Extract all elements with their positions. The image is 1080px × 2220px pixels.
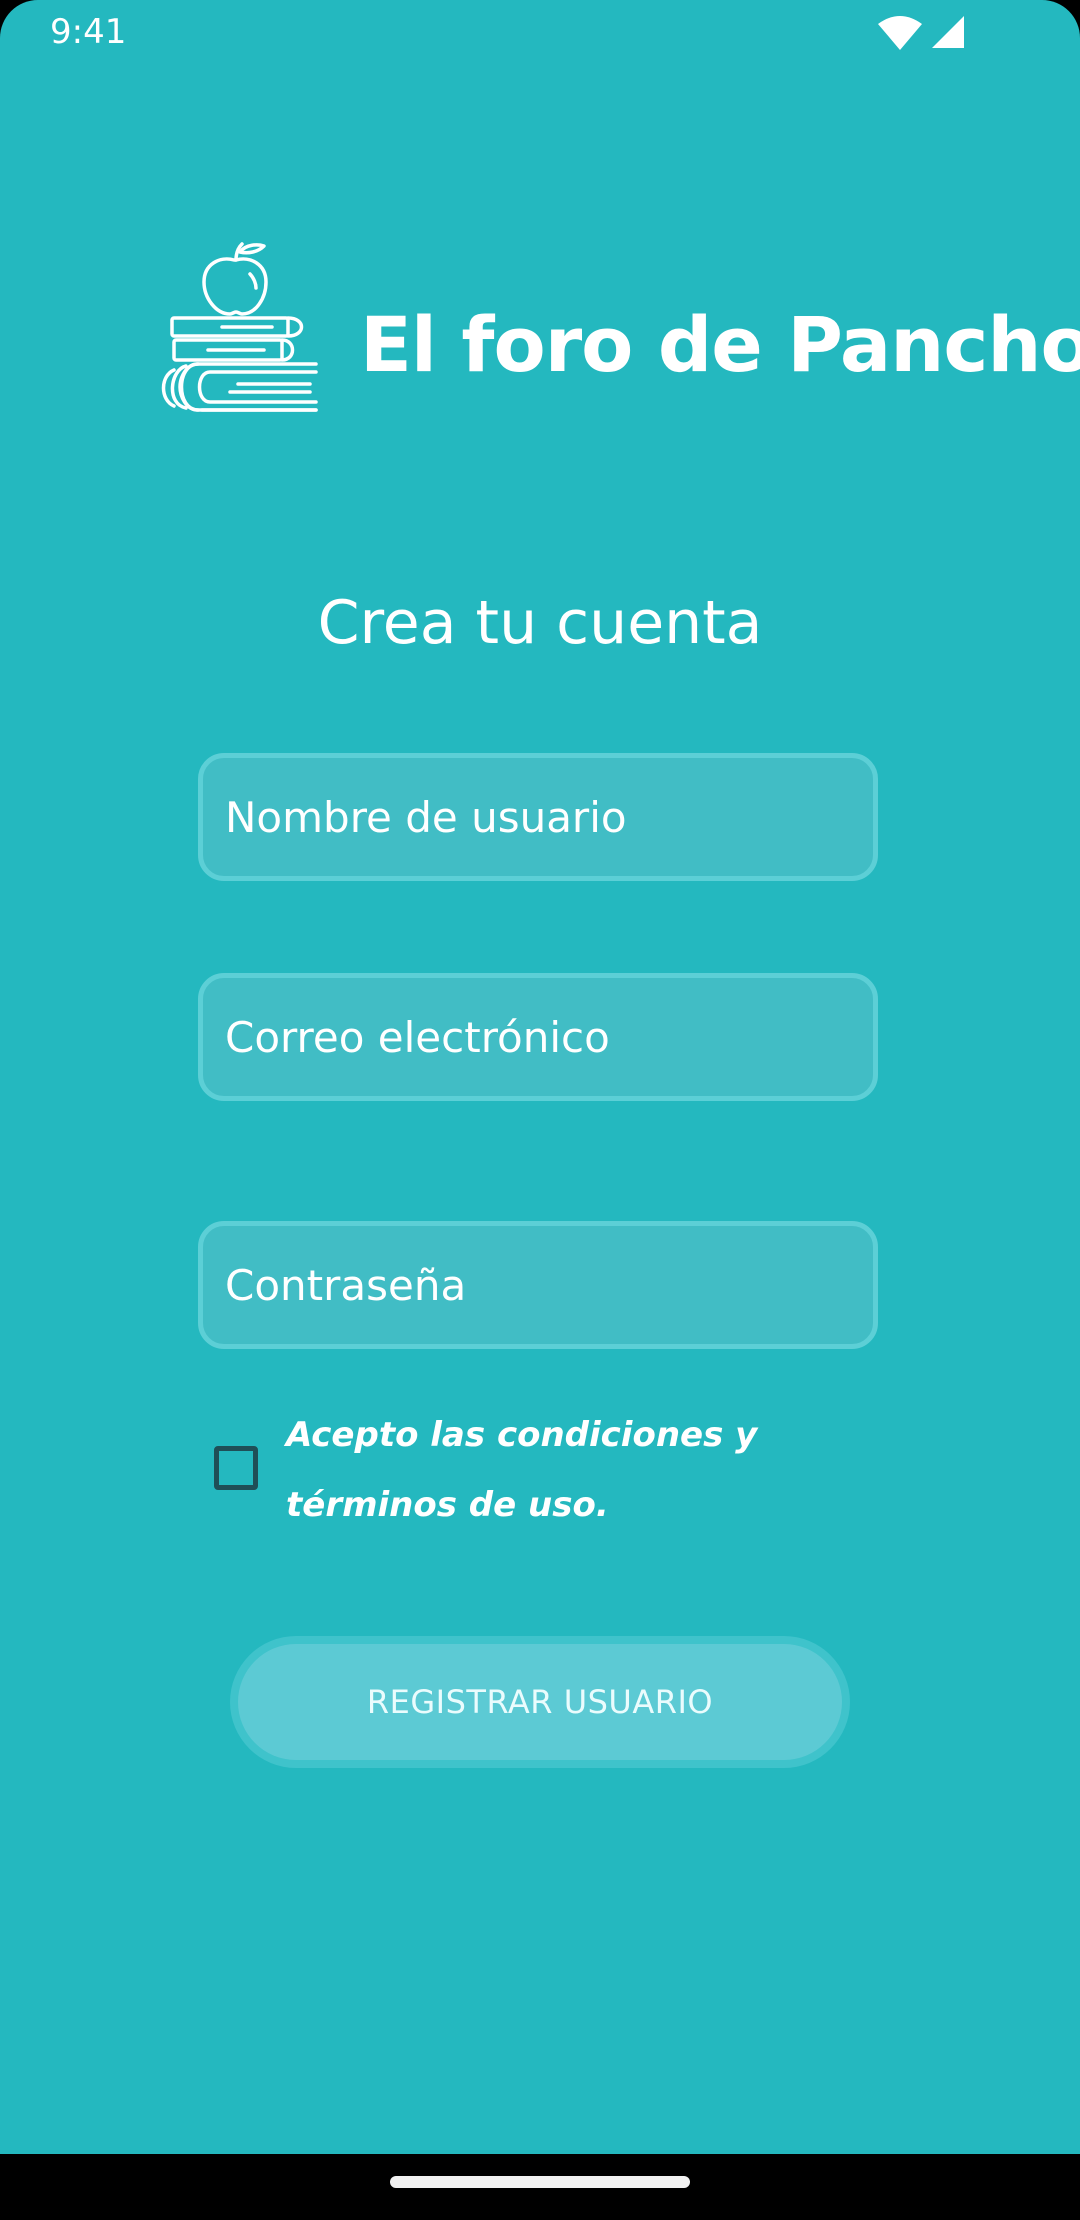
- terms-checkbox[interactable]: [214, 1446, 258, 1490]
- email-field: [198, 973, 878, 1101]
- email-input[interactable]: [203, 978, 873, 1096]
- status-time: 9:41: [50, 12, 127, 52]
- status-bar: 9:41: [0, 0, 1080, 66]
- register-button[interactable]: REGISTRAR USUARIO: [238, 1644, 842, 1760]
- register-button-container: REGISTRAR USUARIO: [230, 1636, 850, 1768]
- password-field: [198, 1221, 878, 1349]
- wifi-icon: [878, 16, 922, 50]
- status-icons: [878, 16, 964, 50]
- home-indicator[interactable]: [390, 2176, 690, 2188]
- books-apple-icon: [161, 242, 318, 412]
- password-input[interactable]: [203, 1226, 873, 1344]
- terms-row: Acepto las condiciones y términos de uso…: [214, 1400, 894, 1540]
- username-field: [198, 753, 878, 881]
- brand-header: El foro de Pancho: [146, 238, 1080, 418]
- app-screen: 9:41 El foro de Pancho Crea tu cuenta No…: [0, 0, 1080, 2154]
- form-title: Crea tu cuenta: [317, 588, 763, 658]
- cell-signal-icon: [932, 16, 964, 48]
- username-input[interactable]: [203, 758, 873, 876]
- terms-label: Acepto las condiciones y términos de uso…: [286, 1415, 758, 1525]
- app-name: El foro de Pancho: [360, 300, 1080, 389]
